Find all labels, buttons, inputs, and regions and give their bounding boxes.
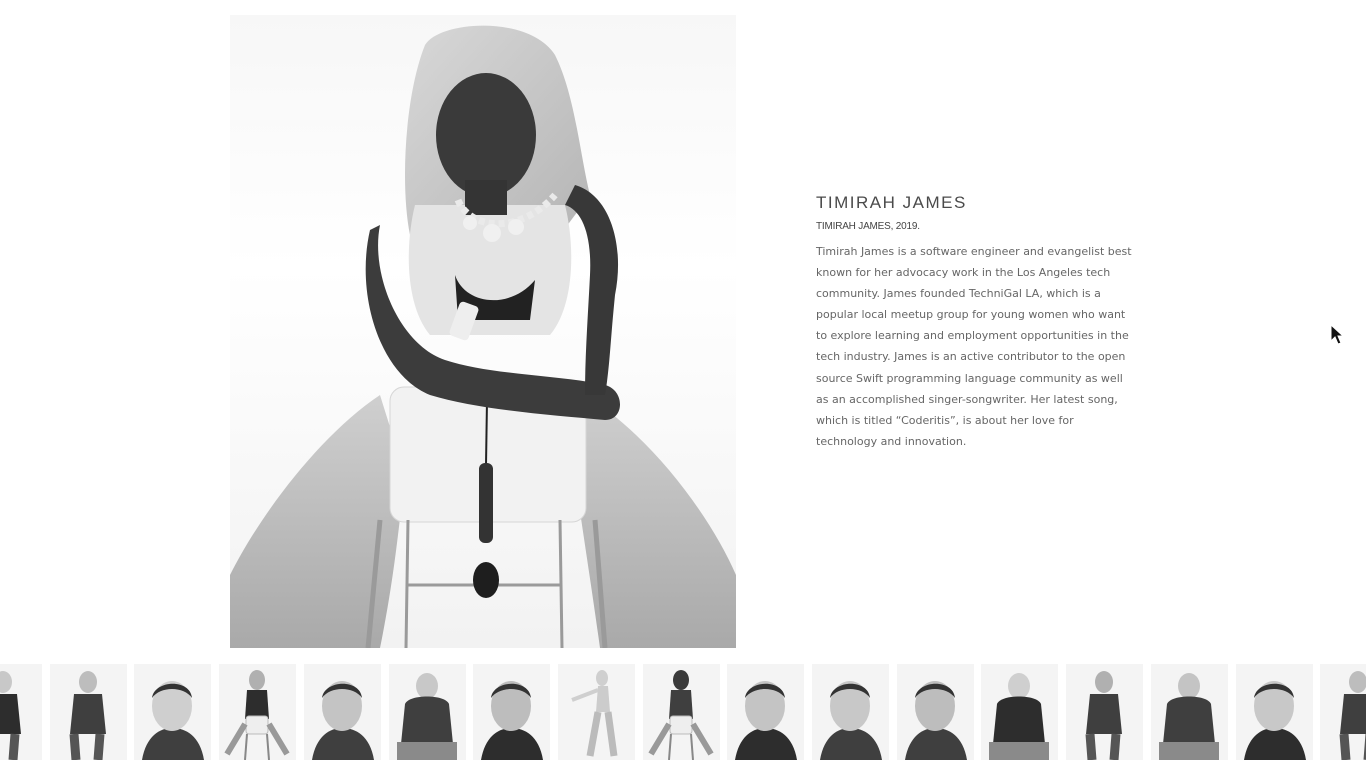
portrait-thumb-icon xyxy=(989,673,1049,760)
portrait-thumbnail[interactable] xyxy=(219,664,296,760)
thumbnail-strip[interactable] xyxy=(0,664,1366,760)
portrait-thumb-icon xyxy=(397,673,457,760)
profile-bio: Timirah James is a software engineer and… xyxy=(816,245,1132,448)
portrait-thumbnail[interactable] xyxy=(389,664,466,760)
profile-name: TIMIRAH JAMES xyxy=(816,193,967,212)
mouse-cursor-icon xyxy=(1330,324,1344,345)
portrait-thumbnail[interactable] xyxy=(727,664,804,760)
portrait-thumbnail[interactable] xyxy=(0,664,42,760)
portrait-thumb-icon xyxy=(571,670,618,757)
portrait-thumbnail[interactable] xyxy=(812,664,889,760)
portrait-thumbnail[interactable] xyxy=(1151,664,1228,760)
portrait-thumb-icon xyxy=(905,681,967,760)
portrait-thumb-icon xyxy=(1159,673,1219,760)
profile-caption: TIMIRAH JAMES, 2019. xyxy=(816,221,920,232)
portrait-thumbnail[interactable] xyxy=(50,664,127,760)
portrait-thumbnail[interactable] xyxy=(643,664,720,760)
portrait-thumbnail[interactable] xyxy=(981,664,1058,760)
portrait-thumbnail[interactable] xyxy=(1066,664,1143,760)
portrait-thumb-icon xyxy=(648,670,714,760)
portrait-thumbnail[interactable] xyxy=(304,664,381,760)
portrait-thumb-icon xyxy=(735,681,797,760)
main-portrait-image xyxy=(230,15,736,648)
portrait-thumb-icon xyxy=(312,681,374,760)
profile-info: TIMIRAH JAMES TIMIRAH JAMES, 2019. Timir… xyxy=(816,192,1136,452)
portrait-thumb-icon xyxy=(1244,681,1306,760)
portrait-thumbnail[interactable] xyxy=(134,664,211,760)
portrait-thumbnail[interactable] xyxy=(1236,664,1313,760)
portrait-thumbnail[interactable] xyxy=(1320,664,1366,760)
portrait-thumbnail[interactable] xyxy=(558,664,635,760)
portrait-thumbnail[interactable] xyxy=(897,664,974,760)
portrait-thumb-icon xyxy=(142,681,204,760)
portrait-photo-icon xyxy=(230,25,736,648)
portrait-thumb-icon xyxy=(820,681,882,760)
portrait-thumb-icon xyxy=(1339,671,1366,760)
portrait-thumb-icon xyxy=(224,670,290,760)
portrait-thumb-icon xyxy=(1085,671,1122,760)
portrait-gallery-page: TIMIRAH JAMES TIMIRAH JAMES, 2019. Timir… xyxy=(0,0,1366,768)
portrait-thumb-icon xyxy=(69,671,106,760)
portrait-thumb-icon xyxy=(481,681,543,760)
portrait-thumbnail[interactable] xyxy=(473,664,550,760)
portrait-thumb-icon xyxy=(0,671,21,760)
